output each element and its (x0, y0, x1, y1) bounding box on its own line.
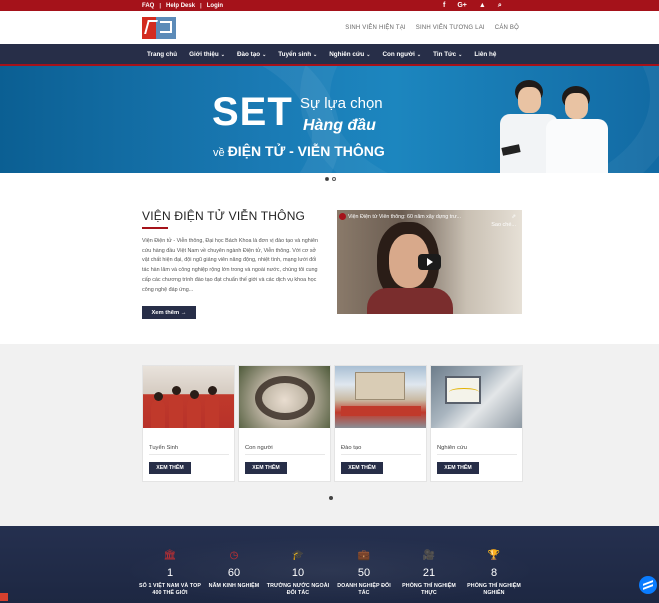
chevron-down-icon: ⌄ (262, 51, 267, 58)
facebook-icon[interactable]: f (443, 0, 445, 11)
card-image (431, 366, 522, 428)
read-more-button[interactable]: Xem thêm → (142, 306, 196, 319)
help-desk-link[interactable]: Help Desk (166, 3, 195, 9)
feature-card[interactable]: Đào tạo XEM THÊM (334, 365, 427, 482)
nav-item-news[interactable]: Tin Tức ⌄ (433, 51, 462, 58)
graduation-cap-icon: 🎓 (291, 550, 305, 561)
chevron-down-icon: ⌄ (416, 51, 422, 58)
play-button[interactable] (418, 254, 441, 270)
feature-card[interactable]: Con người XEM THÊM (238, 365, 331, 482)
about-title: VIỆN ĐIỆN TỬ VIỄN THÔNG (142, 209, 306, 223)
chevron-down-icon: ⌄ (458, 51, 463, 58)
play-icon (426, 258, 433, 266)
trophy-icon: 🏆 (487, 550, 501, 561)
hero-set-text: SET (212, 90, 293, 134)
main-nav: Trang chủ Giới thiệu ⌄ Đào tạo ⌄ Tuyển sin… (0, 44, 659, 66)
stat-label: PHÒNG THÍ NGHIỆM NGHIÊN (467, 583, 521, 596)
nav-item-people[interactable]: Con người ⌄ (382, 51, 421, 58)
hero-choice-text: Sự lựa chọn (300, 95, 383, 112)
card-image (335, 366, 426, 428)
card-image (239, 366, 330, 428)
chevron-down-icon: ⌄ (366, 51, 371, 58)
card-more-button[interactable]: XEM THÊM (245, 462, 287, 474)
stat-item: 🎥 21 PHÒNG THÍ NGHIỆM THỰC (397, 550, 461, 596)
side-widget-icon[interactable] (0, 593, 8, 601)
top-bar: FAQ | Help Desk | Login f G+ ▲ ⌕ (0, 0, 659, 11)
nav-item-home[interactable]: Trang chủ (147, 51, 177, 58)
copy-link-label[interactable]: Sao ché... (491, 222, 516, 228)
card-category: Nghiên cứu (437, 445, 467, 451)
stat-number: 8 (490, 567, 498, 579)
nav-item-research[interactable]: Nghiên cứu ⌄ (329, 51, 370, 58)
chevron-down-icon: ⌄ (313, 51, 318, 58)
hero-top-text: Hàng đầu (303, 117, 376, 134)
top-links: FAQ | Help Desk | Login (142, 0, 223, 11)
cards-carousel-dots (329, 496, 333, 500)
social-icons: f G+ ▲ ⌕ (443, 0, 502, 11)
user-icon[interactable]: ▲ (479, 0, 486, 11)
clock-icon: ◷ (229, 550, 239, 561)
header: SINH VIÊN HIỆN TẠI SINH VIÊN TƯƠNG LAI C… (0, 11, 659, 44)
separator: | (200, 2, 202, 9)
stat-label: NĂM KINH NGHIỆM (208, 583, 260, 589)
card-category: Tuyển Sinh (149, 445, 179, 451)
nav-item-admissions[interactable]: Tuyển sinh ⌄ (278, 51, 317, 58)
stat-item: ◷ 60 NĂM KINH NGHIỆM (202, 550, 266, 590)
student-image (540, 86, 614, 173)
card-more-button[interactable]: XEM THÊM (149, 462, 191, 474)
briefcase-icon: 💼 (357, 550, 371, 561)
login-link[interactable]: Login (207, 3, 223, 9)
stat-number: 1 (166, 567, 174, 579)
faq-link[interactable]: FAQ (142, 3, 154, 9)
nav-item-contact[interactable]: Liên hệ (474, 51, 496, 58)
card-category: Đào tạo (341, 445, 362, 451)
future-students-link[interactable]: SINH VIÊN TƯƠNG LAI (416, 25, 485, 31)
chevron-down-icon: ⌄ (220, 51, 225, 58)
card-more-button[interactable]: XEM THÊM (437, 462, 479, 474)
carousel-dot[interactable] (325, 177, 329, 181)
carousel-dot[interactable] (329, 496, 333, 500)
carousel-dot[interactable] (332, 177, 336, 181)
site-logo[interactable] (142, 17, 176, 39)
google-plus-icon[interactable]: G+ (457, 0, 467, 11)
hero-banner[interactable]: SET Sự lựa chọn Hàng đầu về ĐIỆN TỬ - VI… (0, 66, 659, 173)
channel-avatar (339, 213, 346, 220)
card-image (143, 366, 234, 428)
messenger-icon (643, 580, 653, 590)
separator: | (159, 2, 162, 9)
current-students-link[interactable]: SINH VIÊN HIỆN TẠI (345, 25, 406, 31)
stats-section: 🏛 1 SỐ 1 VIỆT NAM VÀ TOP 400 THẾ GIỚI ◷ … (0, 526, 659, 603)
stat-number: 10 (291, 567, 305, 579)
building-icon: 🏛 (163, 550, 177, 561)
card-more-button[interactable]: XEM THÊM (341, 462, 383, 474)
stat-item: 💼 50 DOANH NGHIỆP ĐỐI TÁC (332, 550, 396, 596)
feature-card[interactable]: Nghiên cứu XEM THÊM (430, 365, 523, 482)
share-icon[interactable]: ⇗ (511, 214, 516, 220)
hero-carousel-dots (325, 177, 336, 181)
video-camera-icon: 🎥 (422, 550, 436, 561)
stat-label: PHÒNG THÍ NGHIỆM THỰC (402, 583, 456, 596)
nav-item-training[interactable]: Đào tạo ⌄ (237, 51, 266, 58)
stat-item: 🏛 1 SỐ 1 VIỆT NAM VÀ TOP 400 THẾ GIỚI (138, 550, 202, 596)
audience-nav: SINH VIÊN HIỆN TẠI SINH VIÊN TƯƠNG LAI C… (345, 11, 519, 44)
hero-field-text: về ĐIỆN TỬ - VIỄN THÔNG (213, 143, 385, 159)
title-underline (142, 227, 168, 229)
video-title[interactable]: Viện Điện tử Viễn thông: 60 năm xây dựng… (348, 214, 498, 220)
stat-label: TRƯỜNG NƯỚC NGOÀI ĐỐI TÁC (266, 583, 330, 596)
stat-number: 50 (357, 567, 371, 579)
card-category: Con người (245, 445, 273, 451)
stat-item: 🎓 10 TRƯỜNG NƯỚC NGOÀI ĐỐI TÁC (266, 550, 330, 596)
about-description: Viện Điện tử - Viễn thông, Đại học Bách … (142, 238, 318, 293)
stat-number: 21 (422, 567, 436, 579)
search-icon[interactable]: ⌕ (498, 0, 502, 11)
stat-label: DOANH NGHIỆP ĐỐI TÁC (337, 583, 391, 596)
stat-item: 🏆 8 PHÒNG THÍ NGHIỆM NGHIÊN (462, 550, 526, 596)
feature-card[interactable]: Tuyển Sinh XEM THÊM (142, 365, 235, 482)
stat-label: SỐ 1 VIỆT NAM VÀ TOP 400 THẾ GIỚI (139, 583, 201, 596)
stat-number: 60 (227, 567, 241, 579)
messenger-chat-button[interactable] (639, 576, 657, 594)
nav-item-about[interactable]: Giới thiệu ⌄ (189, 51, 225, 58)
video-player[interactable]: Viện Điện tử Viễn thông: 60 năm xây dựng… (337, 210, 522, 314)
staff-link[interactable]: CÁN BỘ (495, 25, 519, 31)
